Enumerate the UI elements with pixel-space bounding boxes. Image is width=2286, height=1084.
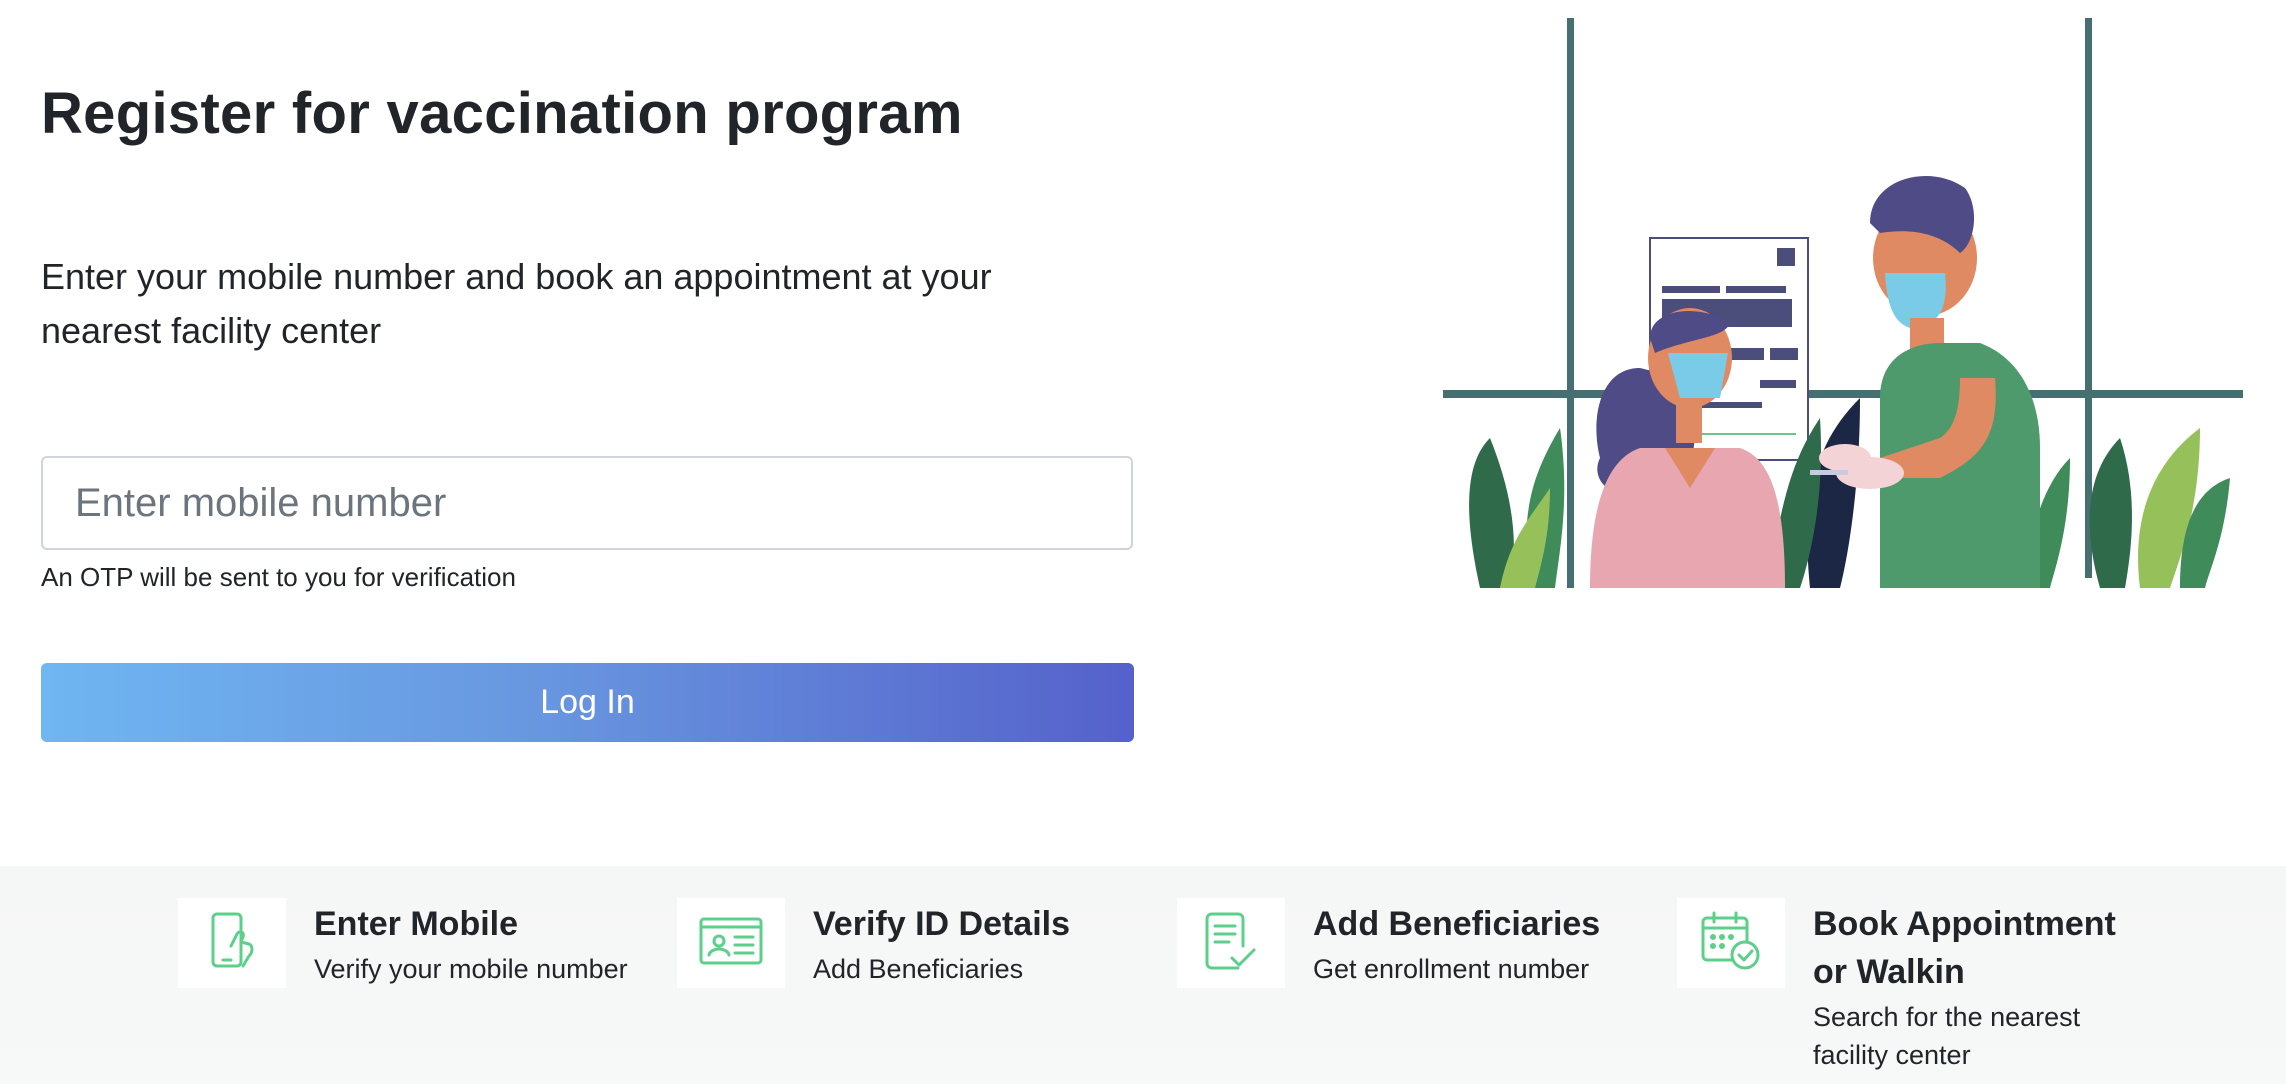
step-description: Search for the nearest facility center <box>1813 1002 2081 1070</box>
vaccination-illustration <box>1440 18 2246 788</box>
otp-hint-text: An OTP will be sent to you for verificat… <box>41 562 516 592</box>
page-subtitle: Enter your mobile number and book an app… <box>41 256 992 351</box>
step-icon-box <box>1677 898 1785 988</box>
document-check-icon <box>1204 910 1258 977</box>
id-card-icon <box>699 917 763 970</box>
registration-page: Register for vaccination program Enter y… <box>0 0 2286 1084</box>
step-title: Verify ID Details <box>813 905 1071 943</box>
step-description: Add Beneficiaries <box>813 954 1024 984</box>
step-icon-box <box>178 898 286 988</box>
login-button[interactable]: Log In <box>41 663 1134 742</box>
step-icon-box <box>1177 898 1285 988</box>
mobile-hand-icon <box>207 912 257 975</box>
step-title: Book Appointment or Walkin <box>1813 905 2116 991</box>
step-title: Enter Mobile <box>314 905 519 943</box>
vaccination-scene-image <box>1443 18 2243 588</box>
step-description: Verify your mobile number <box>314 954 628 984</box>
step-title: Add Beneficiaries <box>1313 905 1601 943</box>
page-title: Register for vaccination program <box>41 81 963 146</box>
steps-section: Enter Mobile Verify your mobile number V… <box>0 866 2286 1084</box>
mobile-number-input[interactable] <box>41 456 1133 550</box>
calendar-check-icon <box>1700 910 1762 977</box>
step-icon-box <box>677 898 785 988</box>
step-description: Get enrollment number <box>1313 954 1590 984</box>
